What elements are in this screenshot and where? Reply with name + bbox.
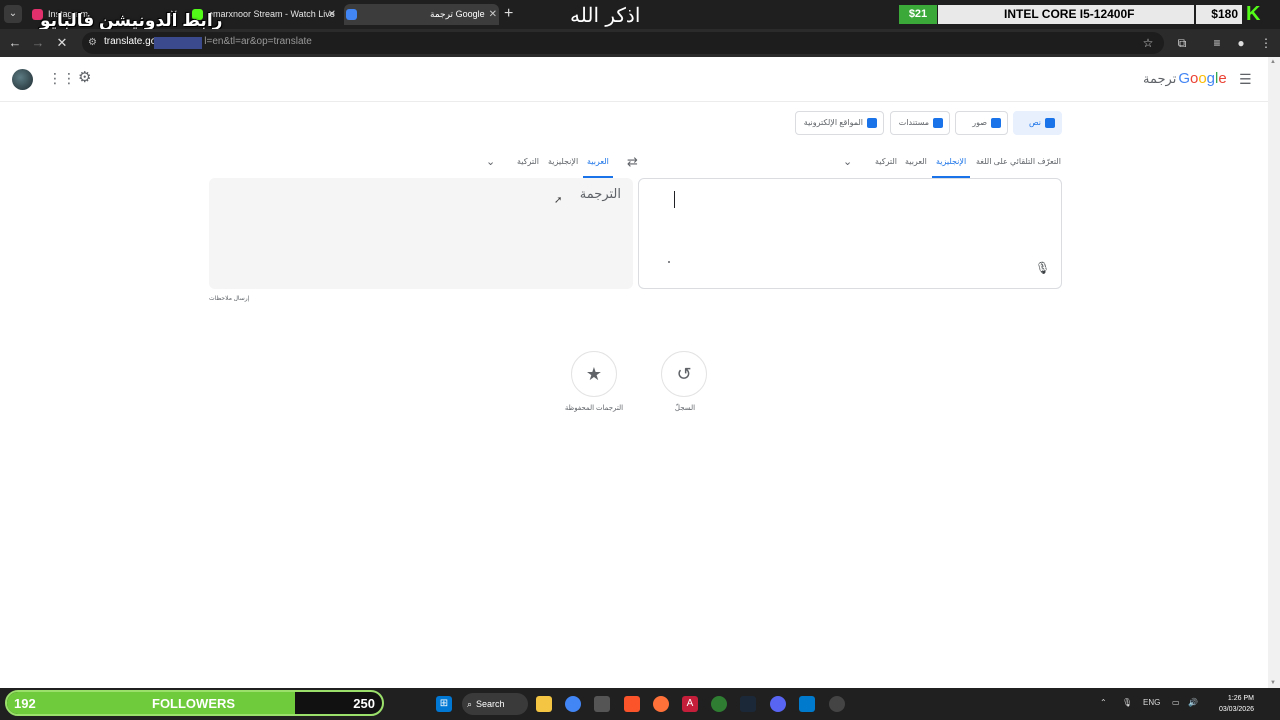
translate-header: ⋮⋮ ⚙ ترجمة Google ☰ bbox=[0, 57, 1268, 102]
profile-icon[interactable]: ● bbox=[1234, 36, 1248, 50]
tab-title: omarxnoor Stream - Watch Live bbox=[208, 9, 335, 19]
apps-grid-icon[interactable]: ⋮⋮ bbox=[48, 71, 76, 85]
scroll-up-icon[interactable]: ▲ bbox=[1270, 59, 1276, 65]
source-lang-arabic[interactable]: العربية bbox=[905, 157, 927, 166]
gear-icon[interactable]: ⚙ bbox=[78, 70, 94, 86]
site-info-icon[interactable]: ⚙ bbox=[88, 37, 100, 49]
chevron-down-icon[interactable]: ⌄ bbox=[486, 155, 495, 168]
tray-overflow-icon[interactable]: ⌃ bbox=[1100, 698, 1107, 707]
google-translate-icon bbox=[346, 9, 357, 20]
store-icon[interactable] bbox=[594, 696, 610, 712]
brave-icon[interactable] bbox=[624, 696, 640, 712]
forward-arrow-icon[interactable]: → bbox=[30, 35, 46, 50]
taskbar-search[interactable]: ⌕ Search bbox=[462, 693, 528, 715]
mode-documents-button[interactable]: مستندات bbox=[890, 111, 950, 135]
source-language-bar: ⌄ التركية العربية الإنجليزية التعرّف الت… bbox=[838, 152, 1062, 178]
page-scrollbar[interactable]: ▲ ▼ bbox=[1268, 57, 1280, 688]
windows-taskbar: 192 FOLLOWERS 250 ⊞ ⌕ Search A ⌃ 🎙 ENG ▭ … bbox=[0, 688, 1280, 720]
swap-languages-icon[interactable]: ⇄ bbox=[627, 154, 638, 170]
translation-placeholder: الترجمة bbox=[579, 186, 621, 201]
kick-logo: K bbox=[1246, 3, 1261, 25]
followers-current: 192 bbox=[14, 696, 36, 711]
overlay-cpu-label: INTEL CORE I5-12400F bbox=[938, 5, 1194, 24]
google-translate-logo[interactable]: ترجمة Google bbox=[1143, 70, 1227, 87]
scroll-down-icon[interactable]: ▼ bbox=[1270, 680, 1276, 686]
url-redaction bbox=[154, 37, 202, 49]
target-lang-turkish[interactable]: التركية bbox=[517, 157, 539, 166]
mode-websites-button[interactable]: المواقع الإلكترونية bbox=[795, 111, 884, 135]
source-lang-english[interactable]: الإنجليزية bbox=[936, 157, 966, 166]
microphone-tray-icon[interactable]: 🎙 bbox=[1122, 698, 1132, 707]
browser-tab-strip: ⌄ Instagram ✕ omarxnoor Stream - Watch L… bbox=[0, 0, 1280, 30]
tab-title: ترجمة Google bbox=[430, 9, 485, 19]
overlay-money-badge: $21 bbox=[899, 5, 937, 24]
volume-icon[interactable]: 🔊 bbox=[1188, 698, 1198, 707]
system-clock[interactable]: 1:26 PM 03/03/2026 bbox=[1206, 693, 1254, 715]
chrome-icon[interactable] bbox=[565, 696, 581, 712]
tab-search-button[interactable]: ⌄ bbox=[4, 5, 22, 23]
close-icon[interactable]: ✕ bbox=[489, 4, 497, 25]
extensions-icon[interactable]: ⧉ bbox=[1175, 36, 1189, 51]
placeholder-dot bbox=[668, 261, 670, 263]
reading-list-icon[interactable]: ≡ bbox=[1210, 36, 1224, 50]
saved-button[interactable]: ★ bbox=[571, 351, 617, 397]
text-caret bbox=[674, 191, 675, 208]
tab-google-translate[interactable]: ترجمة Google ✕ bbox=[344, 4, 499, 25]
translation-output: الترجمة ➚ bbox=[209, 178, 633, 289]
followers-progress-fill bbox=[7, 692, 295, 714]
stop-loading-icon[interactable]: ✕ bbox=[54, 35, 70, 51]
followers-goal: 250 bbox=[353, 696, 375, 711]
history-label: السجلّ bbox=[674, 405, 696, 412]
hamburger-menu-icon[interactable]: ☰ bbox=[1239, 71, 1252, 88]
new-tab-button[interactable]: + bbox=[504, 4, 513, 24]
target-lang-english[interactable]: الإنجليزية bbox=[548, 157, 578, 166]
bookmark-star-icon[interactable]: ☆ bbox=[1141, 36, 1155, 50]
followers-goal-bar: 192 FOLLOWERS 250 bbox=[5, 690, 384, 716]
xbox-icon[interactable] bbox=[711, 696, 727, 712]
mode-text-button[interactable]: نص bbox=[1013, 111, 1062, 135]
saved-label: الترجمات المحفوظة bbox=[564, 405, 624, 412]
steam-icon[interactable] bbox=[740, 696, 756, 712]
target-lang-arabic[interactable]: العربية bbox=[587, 157, 609, 166]
overlay-dhikr-text: اذكر الله bbox=[570, 3, 641, 27]
followers-label: FOLLOWERS bbox=[152, 696, 236, 711]
url-text: translate.go l=en&tl=ar&op=translate bbox=[104, 36, 312, 47]
source-text-input[interactable]: 🎙 bbox=[638, 178, 1062, 289]
history-button[interactable]: ↺ bbox=[661, 351, 707, 397]
address-bar[interactable]: ⚙ translate.go l=en&tl=ar&op=translate bbox=[82, 32, 1164, 54]
star-icon: ★ bbox=[585, 364, 603, 384]
close-icon[interactable]: ✕ bbox=[328, 4, 336, 25]
kebab-menu-icon[interactable]: ⋮ bbox=[1259, 36, 1273, 50]
overlay-price-label: $180 bbox=[1196, 5, 1242, 24]
source-lang-turkish[interactable]: التركية bbox=[875, 157, 897, 166]
mode-images-button[interactable]: صور bbox=[955, 111, 1008, 135]
avatar[interactable] bbox=[12, 69, 33, 90]
firefox-icon[interactable] bbox=[653, 696, 669, 712]
history-icon: ↺ bbox=[676, 364, 692, 384]
microphone-icon[interactable]: 🎙 bbox=[1035, 261, 1050, 277]
website-icon bbox=[867, 117, 877, 128]
search-icon: ⌕ bbox=[467, 699, 473, 709]
back-arrow-icon[interactable]: ← bbox=[7, 35, 23, 50]
windows-start-icon[interactable]: ⊞ bbox=[436, 696, 452, 712]
file-explorer-icon[interactable] bbox=[536, 696, 552, 712]
obs-icon[interactable] bbox=[829, 696, 845, 712]
vscode-icon[interactable] bbox=[799, 696, 815, 712]
send-feedback-link[interactable]: إرسال ملاحظات bbox=[209, 295, 249, 302]
acrobat-icon[interactable]: A bbox=[682, 696, 698, 712]
chevron-down-icon[interactable]: ⌄ bbox=[843, 155, 852, 168]
mouse-cursor-icon: ➚ bbox=[554, 195, 563, 206]
image-icon bbox=[991, 117, 1001, 128]
browser-toolbar: ← → ✕ ⚙ translate.go l=en&tl=ar&op=transl… bbox=[0, 29, 1280, 57]
discord-icon[interactable] bbox=[770, 696, 786, 712]
document-icon bbox=[933, 117, 943, 128]
translate-icon bbox=[1045, 117, 1055, 128]
network-icon[interactable]: ▭ bbox=[1172, 698, 1180, 707]
target-language-bar: ⌄ التركية الإنجليزية العربية bbox=[484, 152, 614, 178]
source-lang-detect[interactable]: التعرّف التلقائي على اللغة bbox=[976, 157, 1061, 166]
overlay-donation-text: رابط الدونيشن فالبايو bbox=[40, 11, 223, 30]
language-indicator[interactable]: ENG bbox=[1143, 698, 1160, 707]
